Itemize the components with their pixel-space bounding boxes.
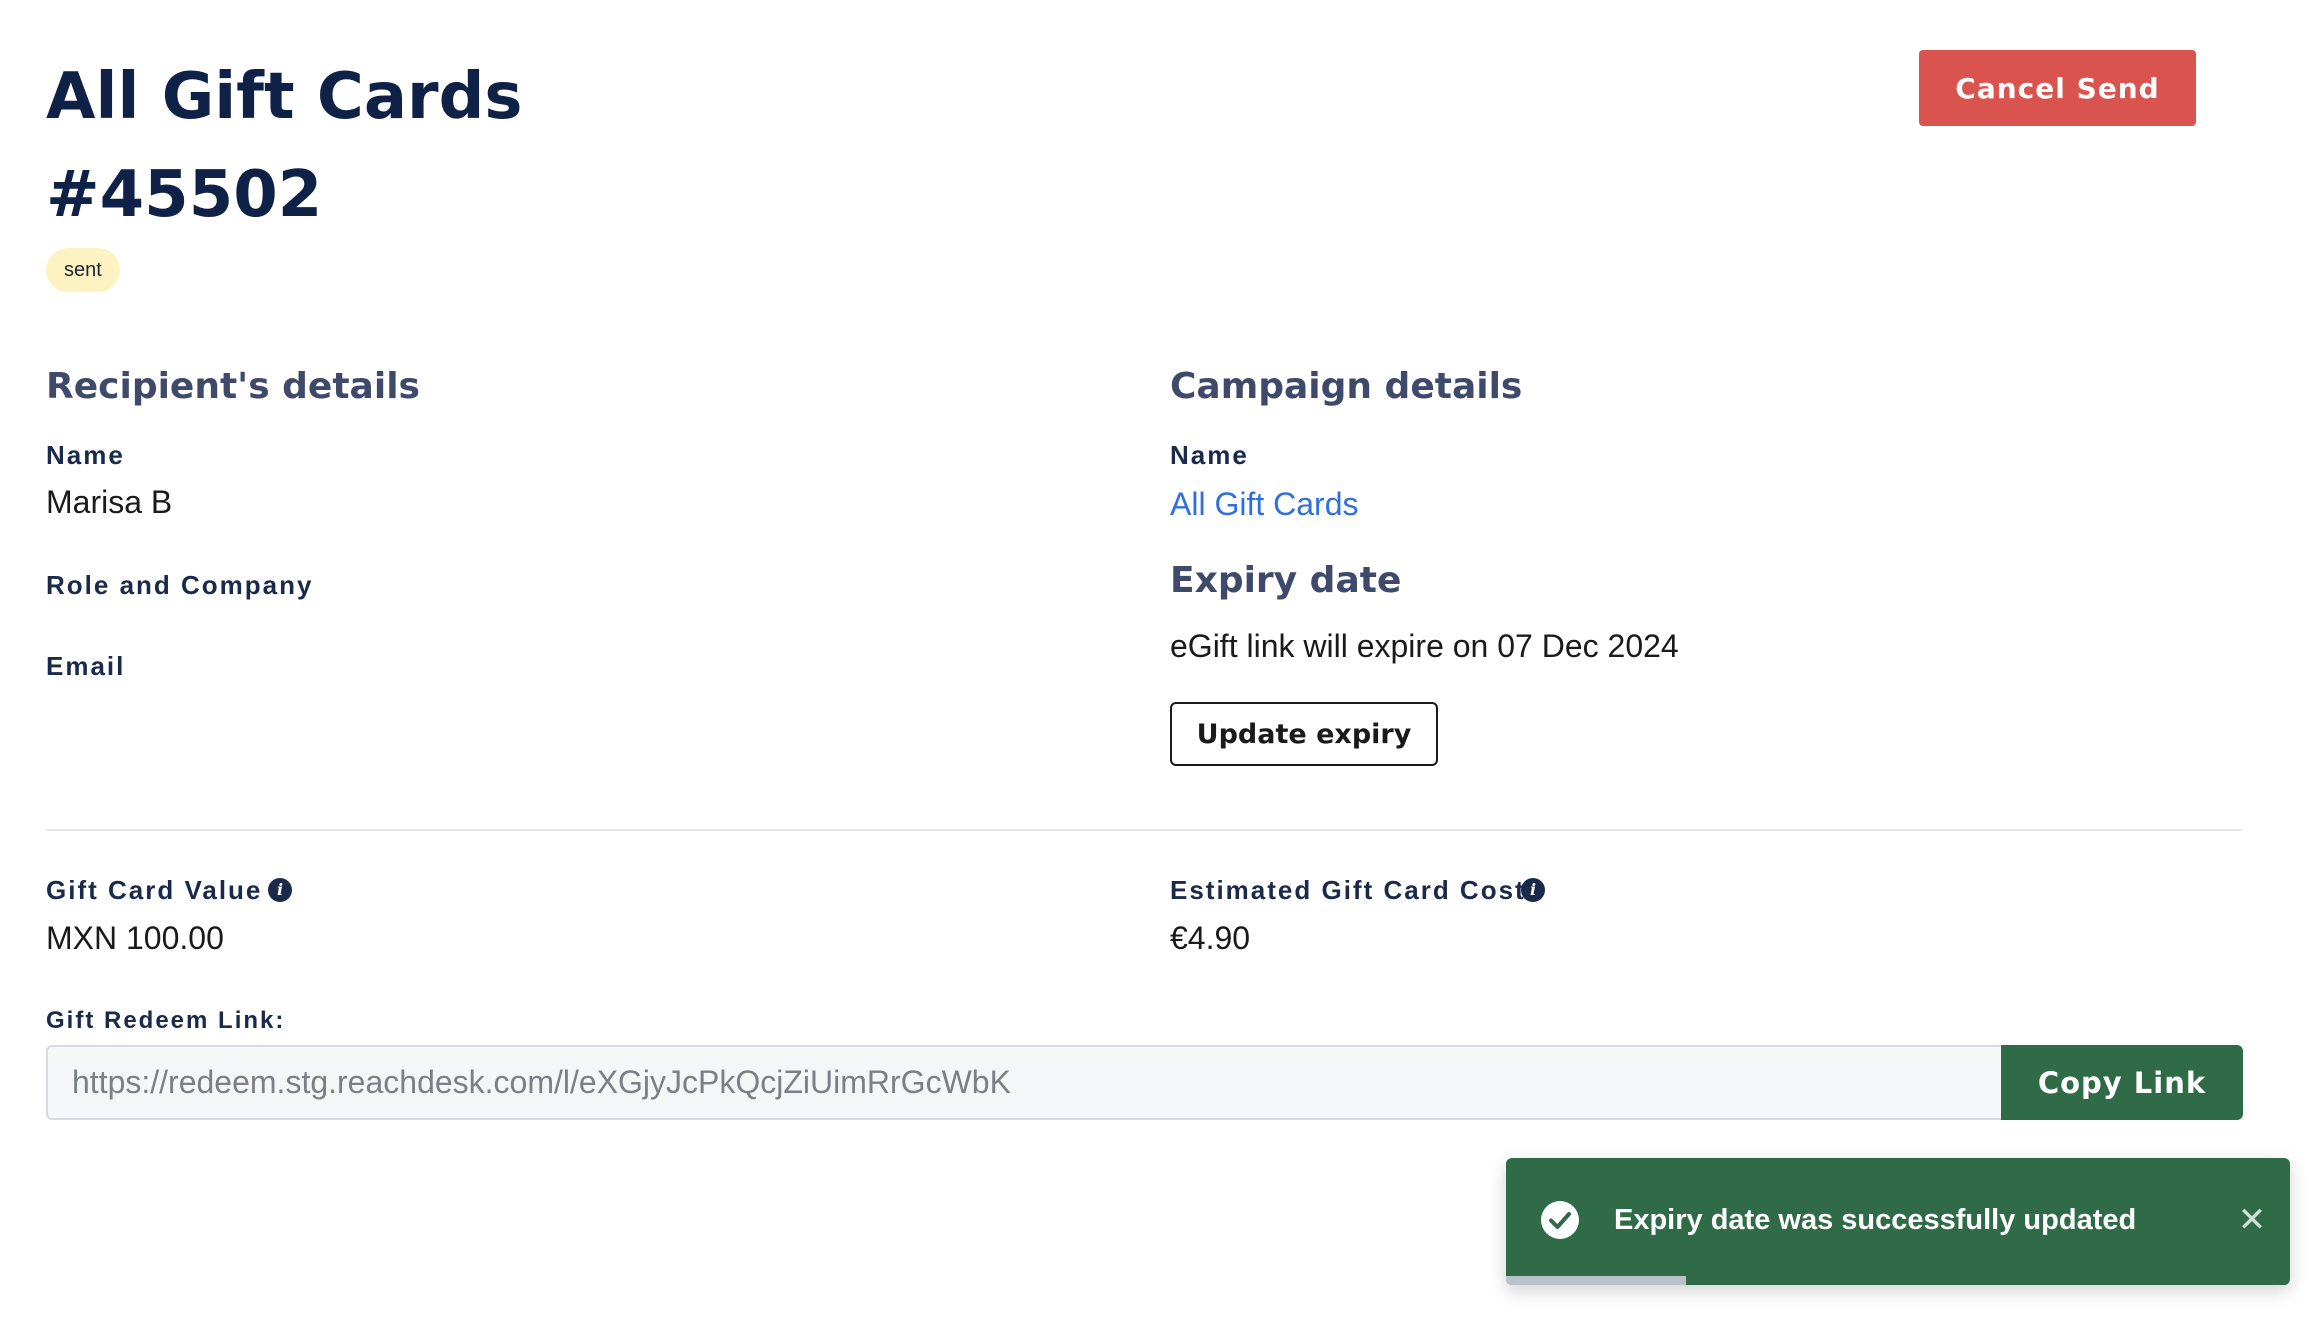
estimated-cost-amount: €4.90 [1170, 920, 1251, 956]
success-toast: Expiry date was successfully updated ✕ [1506, 1158, 2290, 1285]
page-title: All Gift Cards #45502 [46, 48, 523, 244]
update-expiry-button[interactable]: Update expiry [1170, 702, 1438, 766]
page-title-order-id: #45502 [46, 158, 323, 232]
expiry-date-text: eGift link will expire on 07 Dec 2024 [1170, 628, 1679, 664]
status-badge: sent [46, 248, 120, 292]
redeem-link-label: Gift Redeem Link: [46, 1007, 286, 1034]
info-icon[interactable]: i [1521, 878, 1545, 902]
section-divider [46, 829, 2242, 831]
recipient-details-heading: Recipient's details [46, 366, 420, 407]
email-label: Email [46, 651, 126, 681]
campaign-name-link[interactable]: All Gift Cards [1170, 486, 1358, 523]
gift-detail-page: All Gift Cards #45502 sent Cancel Send R… [0, 0, 2318, 1328]
gift-card-value-label: Gift Card Value [46, 875, 263, 905]
close-icon[interactable]: ✕ [2230, 1198, 2274, 1242]
estimated-cost-label: Estimated Gift Card Cost [1170, 875, 1526, 905]
page-title-line1: All Gift Cards [46, 60, 523, 134]
campaign-details-heading: Campaign details [1170, 366, 1523, 407]
expiry-date-heading: Expiry date [1170, 560, 1402, 601]
check-circle-icon [1541, 1201, 1579, 1239]
copy-link-button[interactable]: Copy Link [2001, 1045, 2243, 1120]
recipient-name-value: Marisa B [46, 484, 173, 520]
toast-progress-bar [1506, 1276, 1687, 1285]
campaign-name-label: Name [1170, 440, 1249, 470]
gift-card-value-amount: MXN 100.00 [46, 920, 224, 956]
toast-message: Expiry date was successfully updated [1614, 1204, 2137, 1236]
role-company-label: Role and Company [46, 570, 314, 600]
redeem-link-field[interactable]: https://redeem.stg.reachdesk.com/l/eXGjy… [46, 1045, 2003, 1120]
cancel-send-button[interactable]: Cancel Send [1919, 50, 2196, 126]
info-icon[interactable]: i [268, 878, 292, 902]
recipient-name-label: Name [46, 440, 125, 470]
